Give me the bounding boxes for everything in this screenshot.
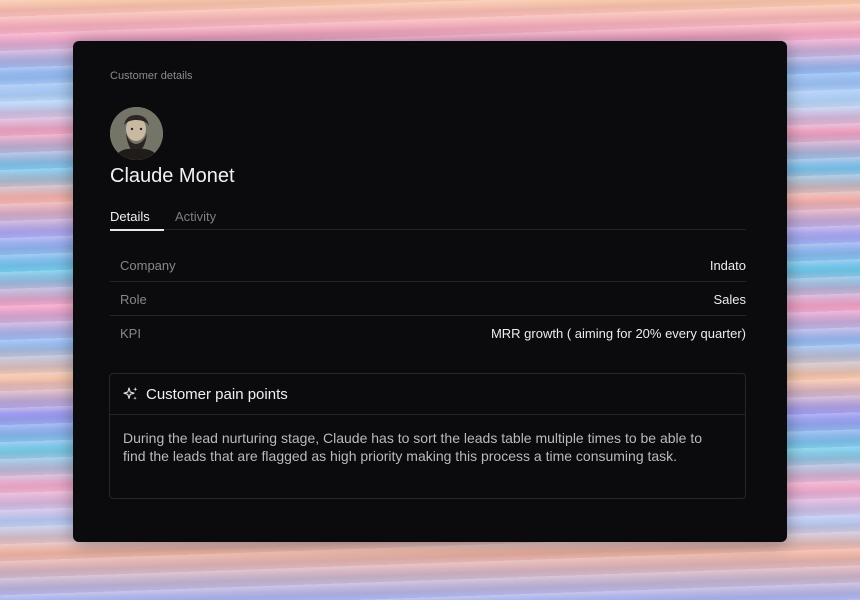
- customer-name: Claude Monet: [110, 165, 235, 187]
- details-list: Company Indato Role Sales KPI MRR growth…: [110, 248, 746, 349]
- pain-points-panel: Customer pain points During the lead nur…: [109, 373, 746, 499]
- tab-details[interactable]: Details: [110, 209, 164, 231]
- detail-row-role: Role Sales: [110, 282, 746, 316]
- detail-value: Sales: [713, 292, 746, 307]
- tab-activity[interactable]: Activity: [175, 209, 216, 229]
- detail-label: KPI: [120, 326, 141, 341]
- detail-value: MRR growth ( aiming for 20% every quarte…: [490, 326, 746, 341]
- avatar: [110, 107, 163, 160]
- pain-points-body: During the lead nurturing stage, Claude …: [123, 430, 703, 464]
- sparkles-icon: [123, 387, 138, 400]
- detail-row-kpi: KPI MRR growth ( aiming for 20% every qu…: [110, 316, 746, 349]
- portrait-avatar-icon: [110, 107, 163, 160]
- detail-row-company: Company Indato: [110, 248, 746, 282]
- detail-label: Role: [120, 292, 147, 307]
- pain-points-header: Customer pain points: [110, 374, 745, 415]
- breadcrumb: Customer details: [110, 70, 193, 82]
- tab-bar: Details Activity: [110, 209, 746, 231]
- detail-value: Indato: [709, 258, 746, 273]
- pain-points-title: Customer pain points: [146, 386, 288, 403]
- detail-label: Company: [120, 258, 176, 273]
- customer-details-card: Customer details Claude Monet Details Ac…: [73, 41, 787, 542]
